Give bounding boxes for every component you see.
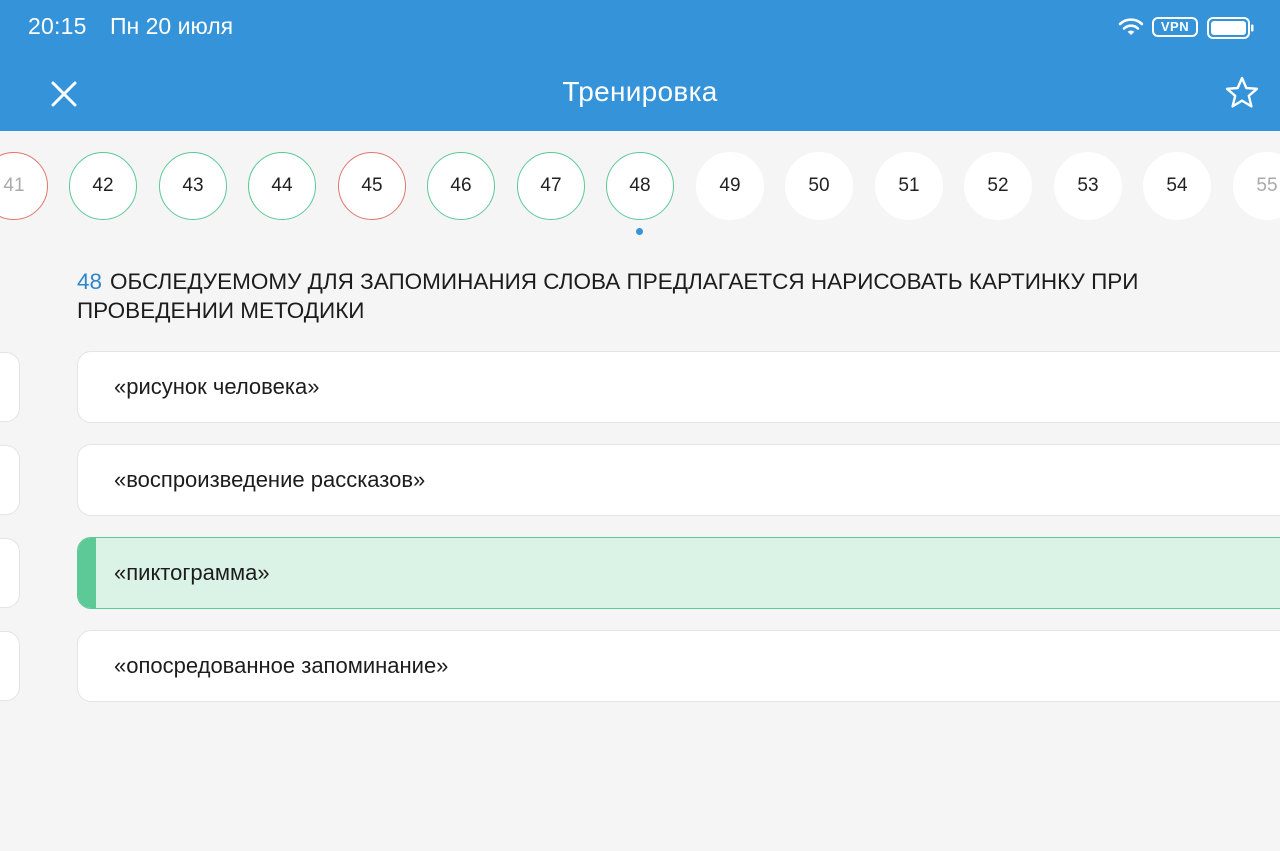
answer-text: «пиктограмма» bbox=[114, 560, 270, 585]
answer-option-1[interactable]: «рисунок человека» bbox=[77, 351, 1280, 423]
question-text-block: 48 ОБСЛЕДУЕМОМУ ДЛЯ ЗАПОМИНАНИЯ СЛОВА ПРЕ… bbox=[77, 267, 1197, 325]
answer-marker bbox=[0, 631, 20, 701]
question-number-strip: 41 42 43 44 45 46 47 48 49 50 51 52 53 5… bbox=[0, 131, 1280, 241]
question-number-51[interactable]: 51 bbox=[875, 152, 943, 220]
question-number-52[interactable]: 52 bbox=[964, 152, 1032, 220]
answer-text: «воспроизведение рассказов» bbox=[114, 467, 426, 492]
question-number-47[interactable]: 47 bbox=[517, 152, 585, 220]
app-screen: 20:15 Пн 20 июля VPN Тренировка 41 42 43… bbox=[0, 0, 1280, 851]
answer-marker bbox=[0, 538, 20, 608]
question-number-55[interactable]: 55 bbox=[1233, 152, 1280, 220]
question-number-42[interactable]: 42 bbox=[69, 152, 137, 220]
question-number: 48 bbox=[77, 269, 103, 294]
header-bar: 20:15 Пн 20 июля VPN Тренировка bbox=[0, 0, 1280, 131]
question-text: ОБСЛЕДУЕМОМУ ДЛЯ ЗАПОМИНАНИЯ СЛОВА ПРЕДЛ… bbox=[77, 269, 1139, 323]
question-number-50[interactable]: 50 bbox=[785, 152, 853, 220]
current-question-indicator bbox=[636, 228, 643, 235]
answer-marker bbox=[0, 352, 20, 422]
vpn-badge: VPN bbox=[1152, 17, 1198, 37]
question-number-53[interactable]: 53 bbox=[1054, 152, 1122, 220]
star-icon bbox=[1225, 76, 1259, 108]
selected-indicator bbox=[78, 538, 96, 608]
question-number-44[interactable]: 44 bbox=[248, 152, 316, 220]
answer-option-2[interactable]: «воспроизведение рассказов» bbox=[77, 444, 1280, 516]
page-title: Тренировка bbox=[562, 76, 718, 107]
wifi-icon bbox=[1118, 18, 1144, 35]
answer-option-3[interactable]: «пиктограмма» bbox=[77, 537, 1280, 609]
status-time: 20:15 bbox=[28, 13, 87, 39]
answer-option-4[interactable]: «опосредованное запоминание» bbox=[77, 630, 1280, 702]
question-number-45[interactable]: 45 bbox=[338, 152, 406, 220]
question-number-41[interactable]: 41 bbox=[0, 152, 48, 220]
favorite-button[interactable] bbox=[1222, 73, 1262, 113]
battery-icon bbox=[1207, 17, 1254, 39]
status-date: Пн 20 июля bbox=[110, 13, 234, 39]
answer-text: «опосредованное запоминание» bbox=[114, 653, 449, 678]
answer-marker bbox=[0, 445, 20, 515]
question-number-54[interactable]: 54 bbox=[1143, 152, 1211, 220]
question-number-49[interactable]: 49 bbox=[696, 152, 764, 220]
answer-text: «рисунок человека» bbox=[114, 374, 320, 399]
question-number-46[interactable]: 46 bbox=[427, 152, 495, 220]
question-number-48[interactable]: 48 bbox=[606, 152, 674, 220]
question-number-43[interactable]: 43 bbox=[159, 152, 227, 220]
